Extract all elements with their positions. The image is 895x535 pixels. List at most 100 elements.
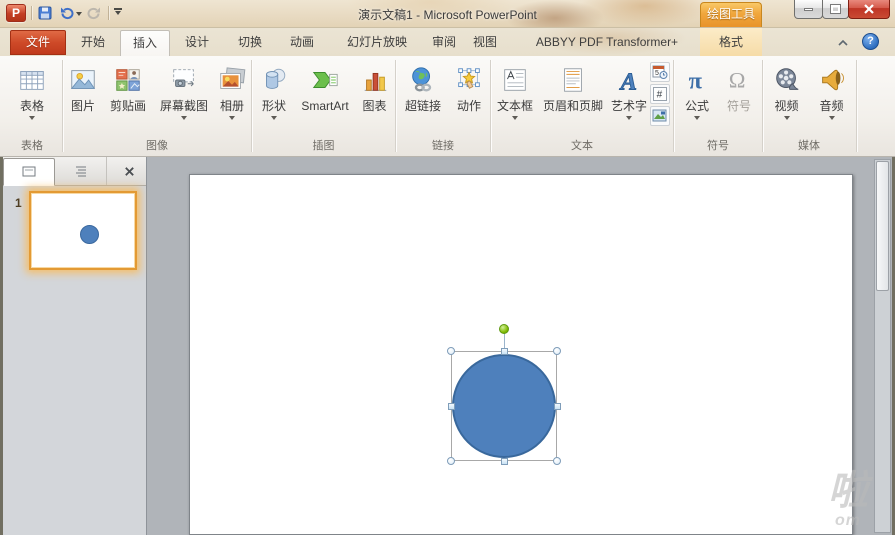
- group-label-table: 表格: [3, 137, 61, 153]
- screenshot-button[interactable]: 屏幕截图: [154, 58, 214, 138]
- ribbon-group-symbols: π 公式 Ω 符号 符号: [675, 58, 761, 154]
- tab-animations[interactable]: 动画: [279, 30, 325, 55]
- svg-text:5: 5: [655, 70, 659, 77]
- outline-icon: [74, 165, 88, 177]
- tab-design[interactable]: 设计: [174, 30, 220, 55]
- tab-home[interactable]: 开始: [70, 30, 116, 55]
- resize-handle-bottom[interactable]: [501, 458, 508, 465]
- group-separator: [673, 60, 674, 152]
- wordart-icon: A: [619, 68, 637, 95]
- slide-1-thumbnail[interactable]: [29, 191, 137, 270]
- resize-handle-top-left[interactable]: [447, 347, 455, 355]
- tab-view[interactable]: 视图: [464, 30, 506, 55]
- chevron-down-icon: [829, 116, 835, 123]
- audio-icon: [817, 65, 847, 95]
- wordart-button[interactable]: A 艺术字: [608, 58, 650, 138]
- picture-button[interactable]: 图片: [64, 58, 102, 138]
- close-button[interactable]: [848, 0, 890, 19]
- close-panel-button[interactable]: [112, 157, 146, 185]
- slides-panel: 1: [3, 157, 147, 535]
- hyperlink-icon: [408, 65, 438, 95]
- group-label-media: 媒体: [764, 137, 854, 153]
- resize-handle-bottom-left[interactable]: [447, 457, 455, 465]
- equation-button[interactable]: π 公式: [675, 58, 719, 138]
- object-icon: [652, 108, 668, 124]
- hyperlink-button[interactable]: 超链接: [397, 58, 449, 138]
- oval-shape[interactable]: [452, 354, 556, 458]
- smartart-icon: [310, 65, 340, 95]
- date-time-icon: 5: [652, 64, 668, 80]
- outline-tab[interactable]: [55, 157, 107, 185]
- restore-button[interactable]: [822, 0, 849, 19]
- smartart-button[interactable]: SmartArt: [295, 58, 355, 138]
- resize-handle-left[interactable]: [448, 403, 455, 410]
- group-label-links: 链接: [397, 137, 489, 153]
- chart-button[interactable]: 图表: [355, 58, 394, 138]
- close-icon: [863, 4, 875, 14]
- ribbon-group-table: 表格 表格: [3, 58, 61, 154]
- tab-slideshow[interactable]: 幻灯片放映: [332, 30, 422, 55]
- resize-handle-top[interactable]: [501, 348, 508, 355]
- ribbon-group-media: 视频 音频 媒体: [764, 58, 854, 154]
- shapes-button[interactable]: 形状: [253, 58, 295, 138]
- audio-button[interactable]: 音频: [809, 58, 854, 138]
- action-button[interactable]: 动作: [449, 58, 489, 138]
- ribbon-group-text: 文本框 页眉和页脚 A 艺术字 5 # 文本: [492, 58, 672, 154]
- slides-tab[interactable]: [3, 158, 55, 186]
- minimize-button[interactable]: [794, 0, 823, 19]
- video-button[interactable]: 视频: [764, 58, 809, 138]
- insert-object-button[interactable]: [650, 106, 670, 126]
- date-time-button[interactable]: 5: [650, 62, 670, 82]
- restore-icon: [831, 5, 840, 13]
- ribbon: 表格 表格 图片 剪贴画 屏幕截图: [0, 56, 895, 157]
- vertical-scrollbar[interactable]: [874, 159, 891, 533]
- equation-icon: π: [689, 67, 703, 94]
- chevron-down-icon: [181, 116, 187, 123]
- tab-insert[interactable]: 插入: [120, 30, 170, 56]
- slide-number-label: 1: [15, 196, 22, 210]
- group-label-text: 文本: [492, 137, 672, 153]
- svg-text:#: #: [657, 90, 663, 101]
- tab-review[interactable]: 审阅: [422, 30, 466, 55]
- tab-abbyy[interactable]: ABBYY PDF Transformer+: [528, 30, 686, 55]
- symbol-icon: Ω: [729, 68, 746, 93]
- action-icon: [454, 65, 484, 95]
- resize-handle-bottom-right[interactable]: [553, 457, 561, 465]
- video-icon: [772, 65, 802, 95]
- chart-icon: [360, 65, 390, 95]
- clipart-button[interactable]: 剪贴画: [102, 58, 154, 138]
- tab-format[interactable]: 格式: [706, 30, 756, 55]
- drawing-tools-contextual-badge: 绘图工具: [700, 2, 762, 27]
- textbox-icon: [500, 65, 530, 95]
- slide-canvas[interactable]: 啦 om: [148, 157, 874, 535]
- ribbon-group-images: 图片 剪贴画 屏幕截图 相册 图像: [64, 58, 250, 154]
- group-label-images: 图像: [64, 137, 250, 153]
- group-separator: [62, 60, 63, 152]
- ribbon-group-links: 超链接 动作 链接: [397, 58, 489, 154]
- screenshot-icon: [169, 65, 199, 95]
- header-footer-icon: [558, 65, 588, 95]
- slide-editing-surface[interactable]: [189, 174, 853, 535]
- minimize-ribbon-button[interactable]: [835, 35, 851, 50]
- chevron-down-icon: [29, 116, 35, 123]
- scrollbar-thumb[interactable]: [876, 161, 889, 291]
- header-footer-button[interactable]: 页眉和页脚: [538, 58, 608, 138]
- chevron-up-icon: [838, 39, 848, 47]
- watermark-suffix: om: [828, 513, 868, 529]
- rotation-handle[interactable]: [499, 324, 509, 334]
- tab-transitions[interactable]: 切换: [227, 30, 273, 55]
- chevron-down-icon: [784, 116, 790, 123]
- resize-handle-top-right[interactable]: [553, 347, 561, 355]
- textbox-button[interactable]: 文本框: [492, 58, 538, 138]
- slide-thumbnail-icon: [22, 166, 36, 178]
- resize-handle-right[interactable]: [554, 403, 561, 410]
- powerpoint-window: P 演示文稿1 - Microsoft PowerPoint 绘图工具: [0, 0, 895, 535]
- slide-number-button[interactable]: #: [650, 84, 670, 104]
- group-label-symbols: 符号: [675, 137, 761, 153]
- tab-file[interactable]: 文件: [10, 30, 66, 55]
- table-button[interactable]: 表格: [6, 58, 58, 138]
- help-button[interactable]: ?: [862, 33, 879, 50]
- photo-album-button[interactable]: 相册: [214, 58, 250, 138]
- ribbon-group-illustrations: 形状 SmartArt 图表 插图: [253, 58, 394, 154]
- symbol-button-disabled[interactable]: Ω 符号: [719, 58, 759, 138]
